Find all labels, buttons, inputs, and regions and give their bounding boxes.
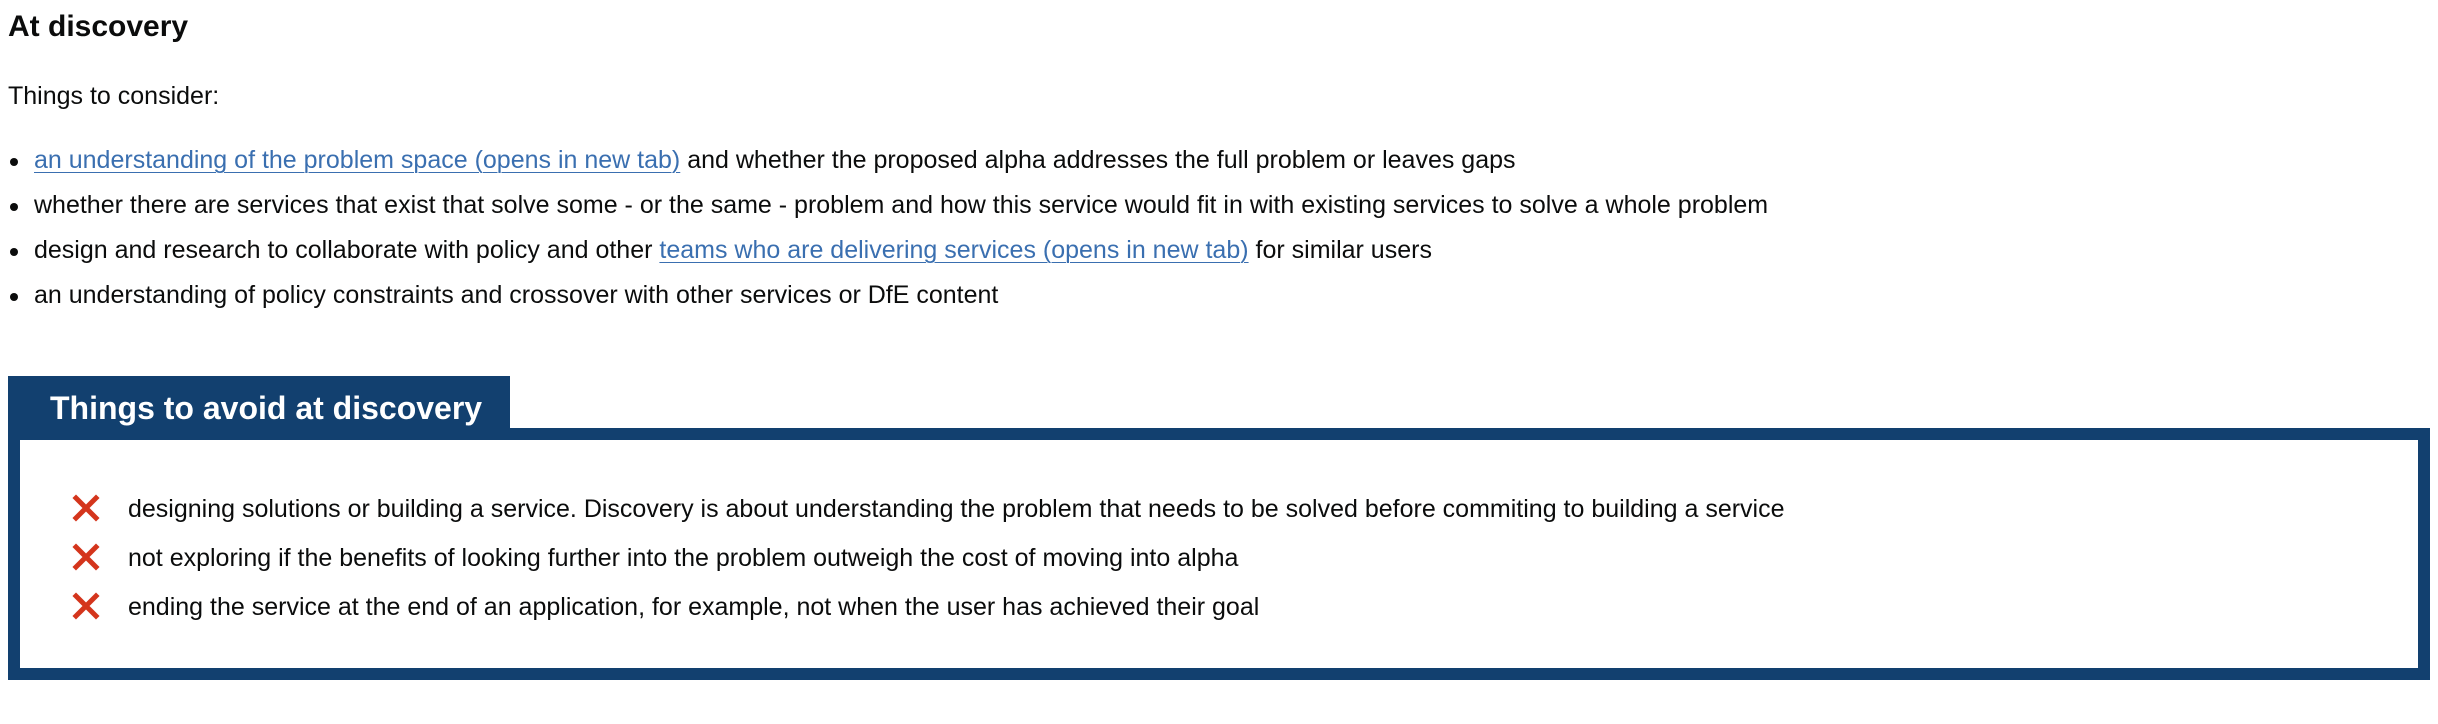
consider-list: an understanding of the problem space (o… [8, 143, 2430, 312]
avoid-list-item: ending the service at the end of an appl… [72, 590, 1785, 624]
page-content: At discovery Things to consider: an unde… [8, 0, 2430, 680]
problem-space-link[interactable]: an understanding of the problem space (o… [34, 146, 680, 174]
bullet-icon [10, 248, 18, 256]
list-item: an understanding of policy constraints a… [8, 278, 2430, 312]
list-item-text: design and research to collaborate with … [34, 236, 660, 264]
cross-icon [72, 494, 100, 522]
avoid-panel-box: designing solutions or building a servic… [8, 428, 2430, 680]
avoid-item-text: ending the service at the end of an appl… [128, 593, 1260, 621]
avoid-item-text: designing solutions or building a servic… [128, 495, 1785, 523]
list-item-text: for similar users [1248, 236, 1432, 264]
bullet-icon [10, 293, 18, 301]
list-item: whether there are services that exist th… [8, 188, 2430, 222]
cross-icon [72, 592, 100, 620]
section-heading: At discovery [8, 10, 189, 43]
list-item: an understanding of the problem space (o… [8, 143, 2430, 177]
list-item-text: and whether the proposed alpha addresses… [680, 146, 1516, 174]
avoid-list: designing solutions or building a servic… [72, 492, 1785, 639]
list-item: design and research to collaborate with … [8, 233, 2430, 267]
avoid-panel-title: Things to avoid at discovery [8, 376, 510, 440]
avoid-list-item: designing solutions or building a servic… [72, 492, 1785, 526]
cross-icon [72, 543, 100, 571]
bullet-icon [10, 158, 18, 166]
avoid-item-text: not exploring if the benefits of looking… [128, 544, 1239, 572]
delivering-teams-link[interactable]: teams who are delivering services (opens… [659, 236, 1248, 264]
bullet-icon [10, 203, 18, 211]
things-to-consider-label: Things to consider: [8, 82, 220, 110]
avoid-list-item: not exploring if the benefits of looking… [72, 541, 1785, 575]
list-item-text: whether there are services that exist th… [34, 191, 1769, 219]
list-item-text: an understanding of policy constraints a… [34, 281, 999, 309]
